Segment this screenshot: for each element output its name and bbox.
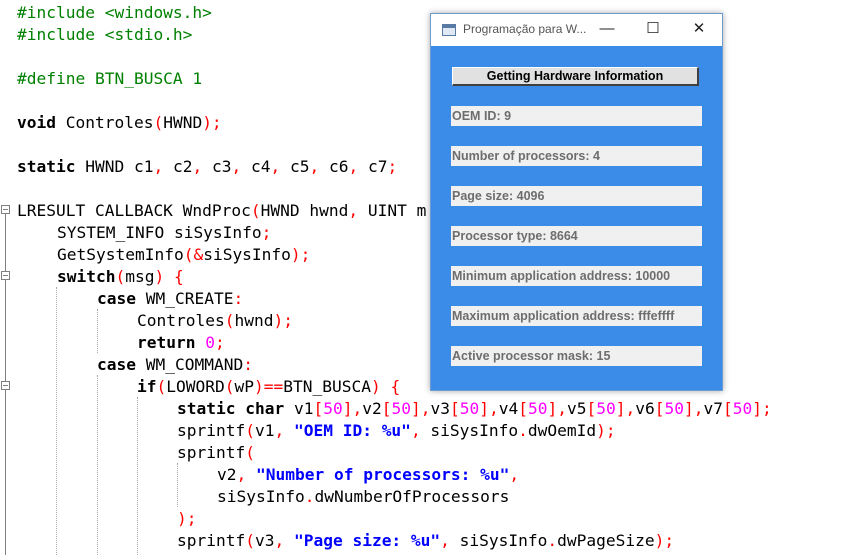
fold-line (5, 280, 6, 381)
fold-marker-wndproc[interactable] (1, 205, 10, 214)
code-line: static HWND c1, c2, c3, c4, c5, c6, c7; (17, 157, 398, 176)
code-line: v2, "Number of processors: %u", (217, 465, 520, 484)
indent-guide (97, 309, 98, 353)
get-hardware-info-button[interactable]: Getting Hardware Information (452, 67, 699, 86)
code-line: case WM_COMMAND: (97, 355, 253, 374)
code-line: #include <windows.h> (17, 3, 212, 22)
app-window-icon (442, 24, 456, 36)
oem-id-field[interactable]: OEM ID: 9 (451, 106, 702, 126)
indent-guide (177, 463, 178, 507)
code-line: GetSystemInfo(&siSysInfo); (57, 245, 311, 264)
code-line: static char v1[50],v2[50],v3[50],v4[50],… (177, 399, 772, 418)
code-line: switch(msg) { (57, 267, 184, 286)
indent-guide (97, 375, 98, 555)
code-line: SYSTEM_INFO siSysInfo; (57, 223, 272, 242)
code-line: return 0; (137, 333, 225, 352)
fold-marker-switch[interactable] (1, 271, 10, 280)
code-editor[interactable]: #include <windows.h> #include <stdio.h> … (0, 0, 851, 555)
code-line: case WM_CREATE: (97, 289, 244, 308)
code-line: #define BTN_BUSCA 1 (17, 69, 203, 88)
minimize-button[interactable]: — (584, 14, 630, 46)
processor-type-field[interactable]: Processor type: 8664 (451, 226, 702, 246)
code-line: if(LOWORD(wP)==BTN_BUSCA) { (137, 377, 401, 396)
processor-count-field[interactable]: Number of processors: 4 (451, 146, 702, 166)
min-app-address-field[interactable]: Minimum application address: 10000 (451, 266, 702, 286)
code-line: sprintf( (177, 443, 255, 462)
fold-marker-if[interactable] (1, 381, 10, 390)
code-line: Controles(hwnd); (137, 311, 293, 330)
window-client-area: Getting Hardware Information OEM ID: 9 N… (431, 46, 722, 390)
window-title: Programação para W... (463, 22, 587, 36)
code-line: siSysInfo.dwNumberOfProcessors (217, 487, 510, 506)
code-line: ); (177, 509, 197, 528)
max-app-address-field[interactable]: Maximum application address: fffeffff (451, 306, 702, 326)
code-line: sprintf(v1, "OEM ID: %u", siSysInfo.dwOe… (177, 421, 616, 440)
indent-guide (56, 287, 57, 555)
indent-guide (137, 397, 138, 555)
active-processor-mask-field[interactable]: Active processor mask: 15 (451, 346, 702, 366)
code-line: LRESULT CALLBACK WndProc(HWND hwnd, UINT… (17, 201, 427, 220)
page-size-field[interactable]: Page size: 4096 (451, 186, 702, 206)
app-window[interactable]: Programação para W... — ☐ ✕ Getting Hard… (430, 13, 723, 391)
window-titlebar[interactable]: Programação para W... — ☐ ✕ (431, 14, 722, 46)
code-line: #include <stdio.h> (17, 25, 193, 44)
code-line: sprintf(v3, "Page size: %u", siSysInfo.d… (177, 531, 675, 550)
fold-line (5, 390, 6, 555)
close-button[interactable]: ✕ (676, 14, 722, 46)
maximize-button[interactable]: ☐ (630, 14, 676, 46)
code-line: void Controles(HWND); (17, 113, 222, 132)
fold-line (5, 214, 6, 271)
